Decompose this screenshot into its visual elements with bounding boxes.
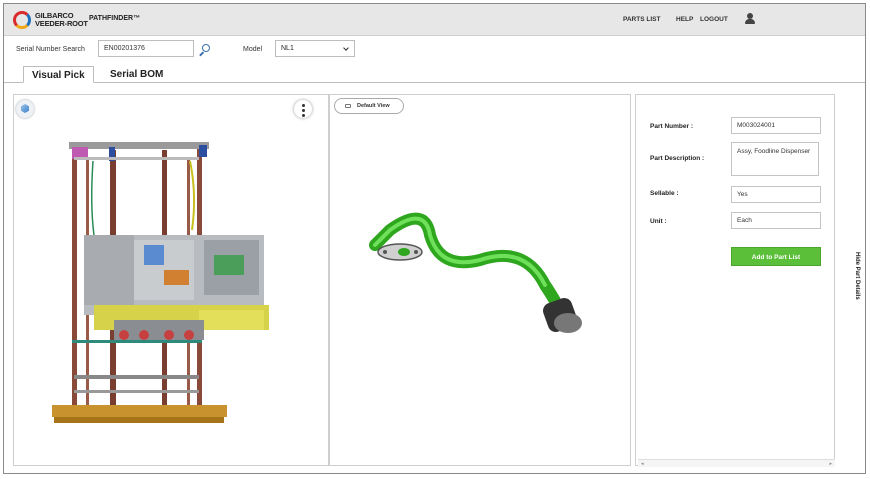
sellable-field[interactable]: Yes — [731, 186, 821, 203]
nav-logout[interactable]: LOGOUT — [700, 16, 728, 23]
tab-visual-pick[interactable]: Visual Pick — [23, 66, 94, 83]
model-label: Model — [243, 46, 263, 53]
serial-search-input[interactable]: EN00201376 — [98, 40, 194, 57]
unit-label: Unit : — [650, 218, 667, 225]
user-icon[interactable] — [744, 13, 756, 25]
model-select-value: NL1 — [281, 45, 294, 52]
model-select[interactable]: NL1 — [275, 40, 355, 57]
chevron-down-icon — [343, 45, 349, 51]
tab-serial-bom[interactable]: Serial BOM — [102, 66, 171, 83]
dispenser-3d-model[interactable] — [14, 95, 330, 467]
model-viewer-panel[interactable] — [13, 94, 329, 466]
hide-part-details-toggle[interactable]: Hide Part Details — [854, 252, 860, 300]
brand-line-2: VEEDER-ROOT — [35, 19, 88, 28]
serial-search-label: Serial Number Search — [16, 46, 85, 53]
scroll-right-icon[interactable]: ▸ — [829, 461, 832, 467]
more-options-icon[interactable] — [294, 100, 312, 118]
part-description-label: Part Description : — [650, 155, 705, 162]
gilbarco-logo-icon — [13, 11, 31, 29]
top-bar: GILBARCO VEEDER-ROOT PATHFINDER™ PARTS L… — [4, 4, 865, 36]
app-window: GILBARCO VEEDER-ROOT PATHFINDER™ PARTS L… — [3, 3, 866, 474]
part-description-field[interactable]: Assy, Foodline Dispenser — [731, 142, 819, 176]
camera-icon — [345, 104, 351, 108]
nav-help[interactable]: HELP — [676, 16, 693, 23]
part-viewer-panel[interactable] — [329, 94, 631, 466]
default-view-button[interactable]: Default View — [334, 98, 404, 114]
part-number-label: Part Number : — [650, 123, 693, 130]
unit-field[interactable]: Each — [731, 212, 821, 229]
search-icon[interactable] — [199, 44, 211, 57]
part-number-field[interactable]: M003024001 — [731, 117, 821, 134]
default-view-label: Default View — [357, 103, 390, 109]
selected-part-3d[interactable] — [330, 95, 632, 467]
brand-logo[interactable]: GILBARCO VEEDER-ROOT — [13, 11, 88, 29]
app-title: PATHFINDER™ — [89, 15, 141, 22]
add-to-part-list-button[interactable]: Add to Part List — [731, 247, 821, 266]
model-tree-icon[interactable] — [16, 100, 34, 118]
scroll-left-icon[interactable]: ◂ — [641, 461, 644, 467]
nav-parts-list[interactable]: PARTS LIST — [623, 16, 660, 23]
sellable-label: Sellable : — [650, 190, 679, 197]
details-horizontal-scrollbar[interactable]: ◂ ▸ — [638, 459, 835, 467]
